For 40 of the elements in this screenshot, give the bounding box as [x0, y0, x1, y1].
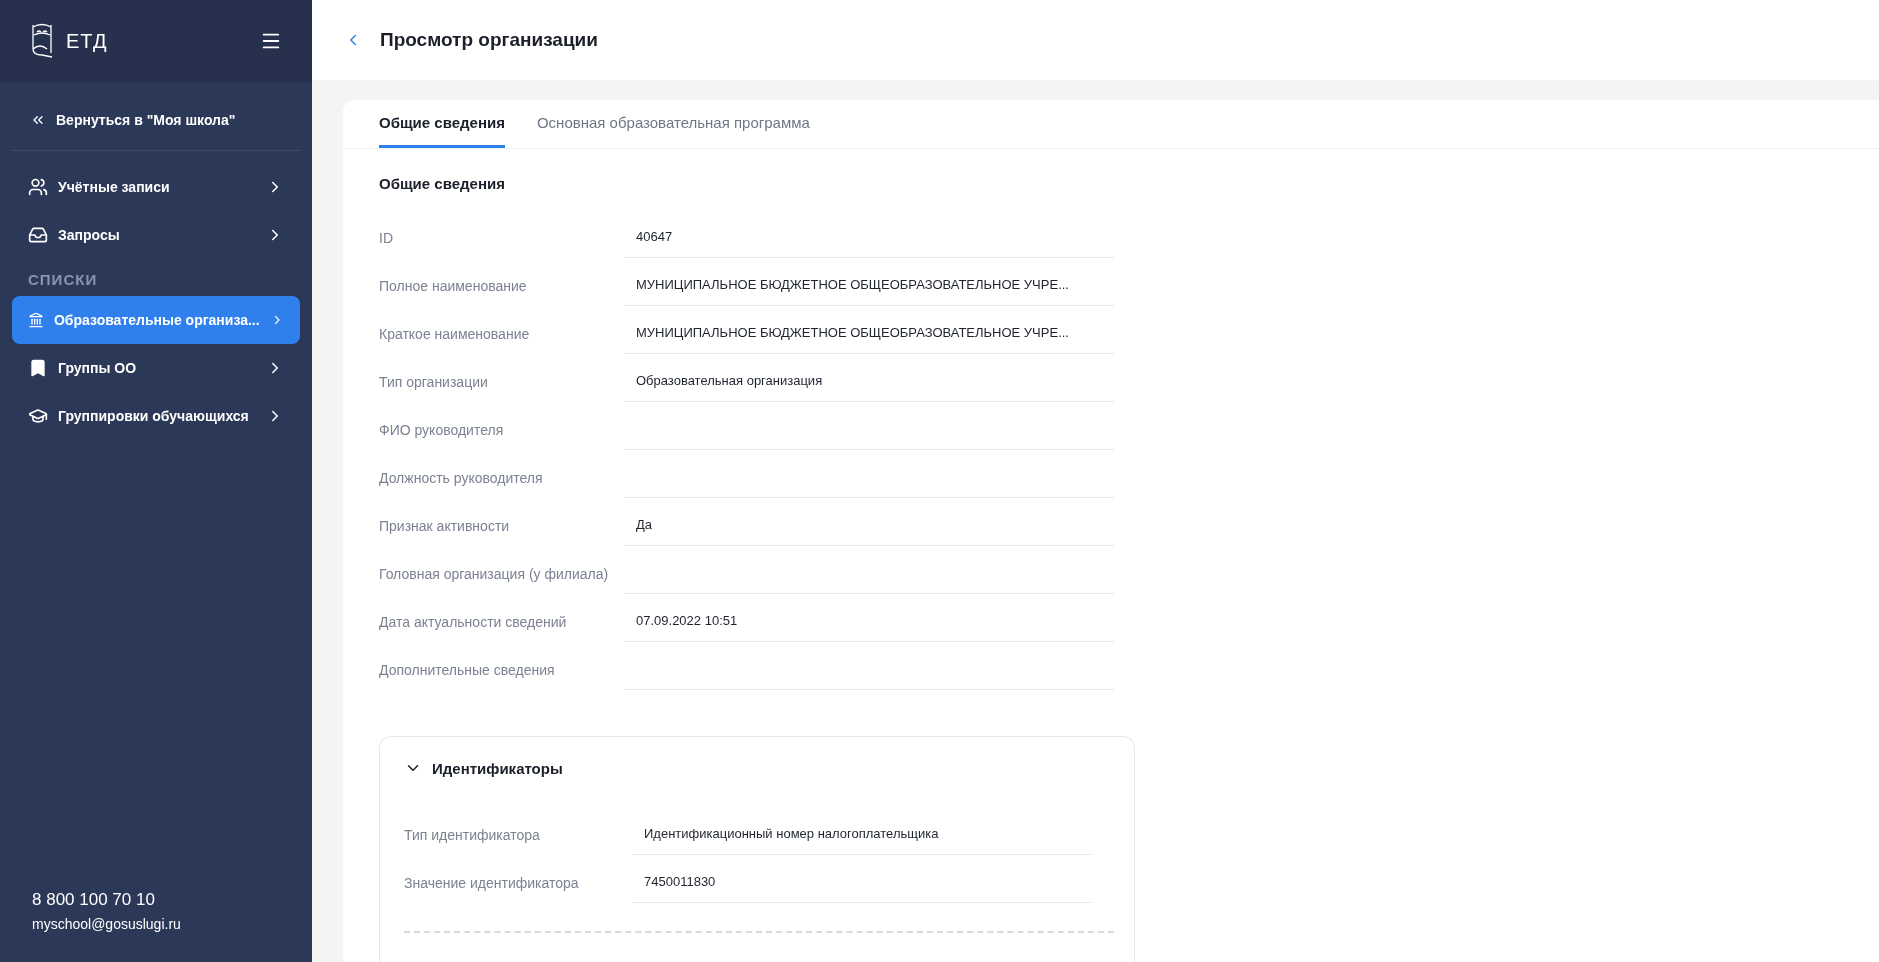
field-value: МУНИЦИПАЛЬНОЕ БЮДЖЕТНОЕ ОБЩЕОБРАЗОВАТЕЛЬНОЕ УЧРЕ... [624, 325, 1114, 354]
nav-item[interactable]: Учётные записи [12, 163, 300, 211]
field-value: МУНИЦИПАЛЬНОЕ БЮДЖЕТНОЕ ОБЩЕОБРАЗОВАТЕЛЬНОЕ УЧРЕ... [624, 277, 1114, 306]
nav-item[interactable]: Группы ОО [12, 344, 300, 392]
field-value: 07.09.2022 10:51 [624, 613, 1114, 642]
collapse-header[interactable]: Идентификаторы [404, 737, 563, 807]
field-label: Краткое наименование [379, 326, 531, 344]
field-value: Да [624, 517, 1114, 546]
nav-item[interactable]: Запросы [12, 211, 300, 259]
field-label: Полное наименование [379, 278, 528, 296]
field-value: 7450011830 [632, 874, 1092, 903]
field-label: Тип организации [379, 374, 489, 392]
field-label: Признак активности [379, 518, 511, 536]
field-value: Идентификационный номер налогоплательщика [632, 826, 1092, 855]
field-label: Должность руководителя [379, 470, 544, 488]
back-link[interactable]: Вернуться в "Моя школа" [12, 82, 300, 151]
section-title: Общие сведения [379, 175, 506, 192]
section-heading: СПИСКИ [27, 270, 99, 290]
nav-item[interactable]: Группировки обучающихся [12, 392, 300, 440]
tab[interactable]: Основная образовательная программа [536, 100, 810, 148]
page-title: Просмотр организации [380, 29, 598, 51]
field-label: Тип идентификатора [404, 827, 541, 845]
field-label: Значение идентификатора [404, 875, 580, 893]
logo-text: ЕТД [66, 29, 108, 53]
field-value: Образовательная организация [624, 373, 1114, 402]
people-icon [28, 177, 48, 197]
field-value: 40647 [624, 229, 1114, 258]
phone-number: 8 800 100 70 10 [32, 890, 156, 910]
bank-building-icon [28, 310, 44, 330]
graduation-cap-icon [28, 406, 48, 426]
email-address: myschool@gosuslugi.ru [32, 916, 182, 932]
tab[interactable]: Общие сведения [379, 100, 505, 148]
field-label: ФИО руководителя [379, 422, 505, 440]
field-label: Дополнительные сведения [379, 662, 556, 680]
bookmark-icon [28, 358, 48, 378]
field-label: ID [379, 230, 394, 248]
nav-item[interactable]: Образовательные организа... [12, 296, 300, 344]
field-label: Головная организация (у филиала) [379, 566, 610, 584]
field-label: Дата актуальности сведений [379, 614, 568, 632]
inbox-icon [28, 225, 48, 245]
